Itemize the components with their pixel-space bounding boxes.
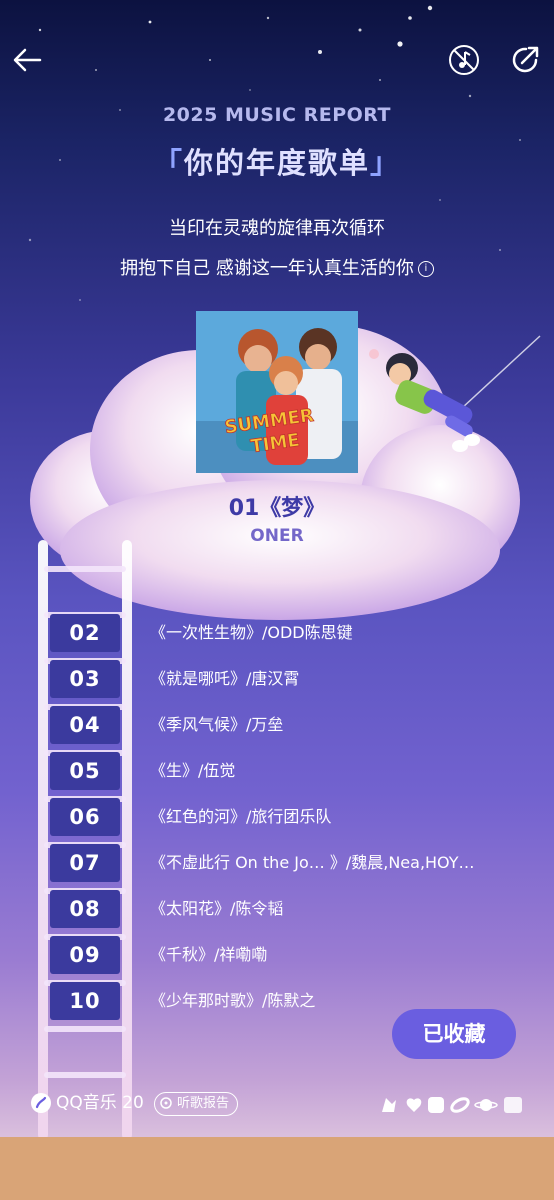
report-title: 2025 MUSIC REPORT [162, 104, 392, 126]
top-bar [0, 36, 554, 84]
ranking-row[interactable]: 09 《千秋》/祥嘞嘞 [0, 936, 554, 974]
pill-report-icon [160, 1097, 172, 1109]
rank-badge: 03 [50, 660, 120, 698]
rank-song: 《千秋》/祥嘞嘞 [150, 945, 268, 964]
arrow-left-icon [13, 48, 42, 72]
rank-song: 《就是哪吒》/唐汉霄 [150, 669, 300, 688]
rank-song: 《太阳花》/陈令韬 [150, 899, 284, 918]
rank-badge: 07 [50, 844, 120, 882]
rank-song: 《季风气候》/万垒 [150, 715, 284, 734]
listening-report-pill[interactable]: 听歌报告 [154, 1092, 239, 1116]
ranking-row[interactable]: 05 《生》/伍觉 [0, 752, 554, 790]
album-cover[interactable]: SUMMER TIME [196, 311, 358, 473]
ranking-row[interactable]: 03 《就是哪吒》/唐汉霄 [0, 660, 554, 698]
rank-song: 《生》/伍觉 [150, 761, 236, 780]
bottom-band [0, 1137, 554, 1200]
share-button[interactable] [506, 40, 546, 80]
badge-ring-icon [450, 1097, 470, 1113]
back-button[interactable] [10, 42, 46, 78]
rank-badge: 04 [50, 706, 120, 744]
music-note-icon [449, 45, 479, 75]
rank-badge: 05 [50, 752, 120, 790]
rank-badge: 10 [50, 982, 120, 1020]
subtitle-line-1: 当印在灵魂的旋律再次循环 [169, 218, 385, 239]
rank-badge: 09 [50, 936, 120, 974]
saved-button[interactable]: 已收藏 [392, 1009, 516, 1059]
music-toggle-button[interactable] [446, 42, 482, 78]
rank-song: 《红色的河》/旅行团乐队 [150, 807, 332, 826]
rank-song: 《少年那时歌》/陈默之 [150, 991, 316, 1010]
info-icon[interactable]: i [417, 261, 434, 277]
badge-rocket-icon [382, 1098, 396, 1112]
brand-name: QQ音乐 20 [56, 1093, 144, 1113]
album-cover-image: SUMMER TIME [196, 311, 358, 473]
rank-badge: 08 [50, 890, 120, 928]
badge-planet-icon [480, 1099, 492, 1111]
ranking-row[interactable]: 06 《红色的河》/旅行团乐队 [0, 798, 554, 836]
badge-square-icon [428, 1097, 444, 1113]
rank-song: 《一次性生物》/ODD陈思键 [150, 623, 353, 642]
rank-badge: 06 [50, 798, 120, 836]
ranking-row[interactable]: 02 《一次性生物》/ODD陈思键 [0, 614, 554, 652]
share-icon [512, 46, 539, 73]
floating-character-illustration [369, 349, 480, 452]
subtitle-line-2: 拥抱下自己 感谢这一年认真生活的你 i [0, 254, 554, 280]
page-title: 「你的年度歌单」 [0, 140, 554, 182]
top-song-title[interactable]: 01《梦》 [0, 490, 554, 522]
badge-tile-icon [504, 1097, 522, 1113]
subtitle-line-2-text: 拥抱下自己 感谢这一年认真生活的你 [120, 258, 414, 279]
report-pill-label: 听歌报告 [177, 1096, 230, 1111]
rank-song: 《不虚此行 On the Jo… 》/魏晨,Nea,HOY… [150, 853, 475, 872]
ranking-row[interactable]: 08 《太阳花》/陈令韬 [0, 890, 554, 928]
music-report-screen: 2025 MUSIC REPORT 「你的年度歌单」 当印在灵魂的旋律再次循环 … [0, 0, 554, 1200]
achievement-badges [382, 1097, 522, 1113]
headline-text: 你的年度歌单 [183, 146, 370, 180]
ranking-row[interactable]: 04 《季风气候》/万垒 [0, 706, 554, 744]
badge-heart-icon [406, 1098, 422, 1112]
rank-badge: 02 [50, 614, 120, 652]
qq-music-logo-icon [31, 1093, 51, 1113]
bracket-left: 「 [152, 146, 184, 180]
ranking-row[interactable]: 07 《不虚此行 On the Jo… 》/魏晨,Nea,HOY… [0, 844, 554, 882]
bracket-right: 」 [370, 146, 402, 180]
